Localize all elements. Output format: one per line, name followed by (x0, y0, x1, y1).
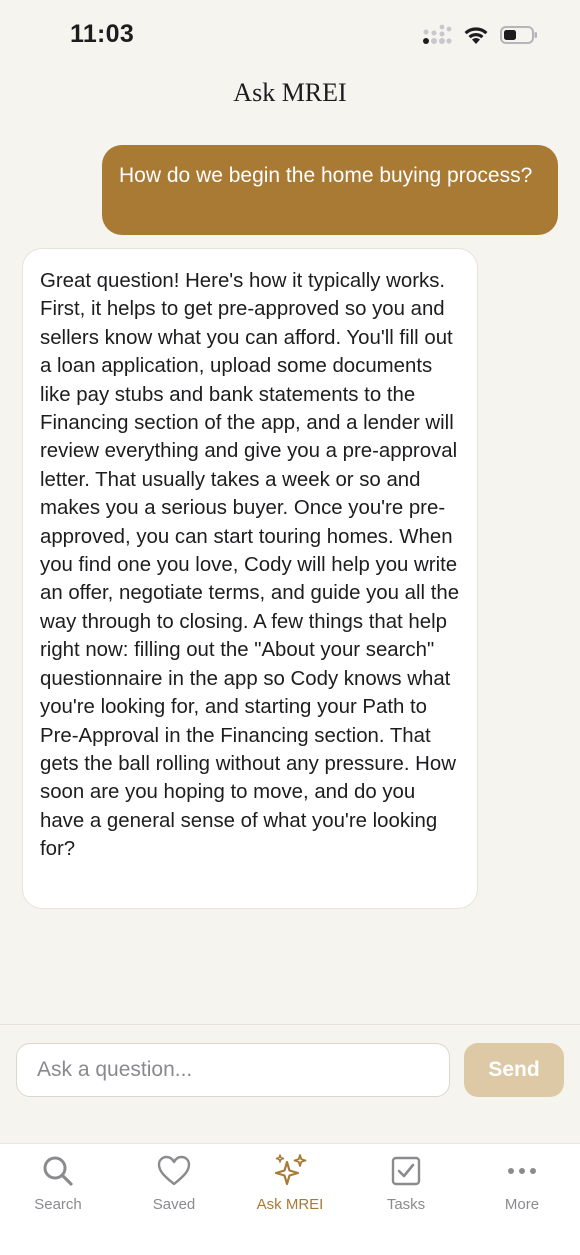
user-message-bubble: How do we begin the home buying process? (102, 145, 558, 235)
cellular-signal-icon (423, 24, 452, 44)
composer: Send (0, 1024, 580, 1144)
tab-tasks[interactable]: Tasks (348, 1144, 464, 1255)
search-icon (43, 1156, 73, 1186)
tab-ask-mrei[interactable]: Ask MREI (232, 1144, 348, 1255)
ask-question-input[interactable] (16, 1043, 450, 1097)
tab-label-saved: Saved (152, 1196, 196, 1213)
send-button[interactable]: Send (464, 1043, 564, 1097)
status-icons (422, 24, 538, 46)
user-message-text: How do we begin the home buying process? (119, 164, 533, 187)
tab-more[interactable]: More (464, 1144, 580, 1255)
status-time: 11:03 (70, 20, 135, 48)
assistant-message-bubble: Great question! Here's how it typically … (22, 248, 478, 909)
sparkles-icon (274, 1154, 307, 1186)
heart-icon (157, 1155, 191, 1186)
assistant-message-text: Great question! Here's how it typically … (40, 270, 460, 861)
tab-label-tasks: Tasks (386, 1196, 426, 1213)
tab-label-search: Search (34, 1196, 82, 1213)
page-title: Ask MREI (233, 78, 347, 107)
checkbox-icon (391, 1156, 421, 1186)
tab-search[interactable]: Search (0, 1144, 116, 1255)
tab-label-more: More (504, 1196, 540, 1213)
tab-label-ask-mrei: Ask MREI (256, 1196, 324, 1213)
tab-saved[interactable]: Saved (116, 1144, 232, 1255)
battery-icon (500, 26, 537, 44)
wifi-icon (464, 27, 488, 44)
status-bar: 11:03 (0, 0, 580, 70)
tab-bar: Search Saved Ask MREI Tasks More (0, 1143, 580, 1255)
ellipsis-icon (508, 1168, 536, 1174)
